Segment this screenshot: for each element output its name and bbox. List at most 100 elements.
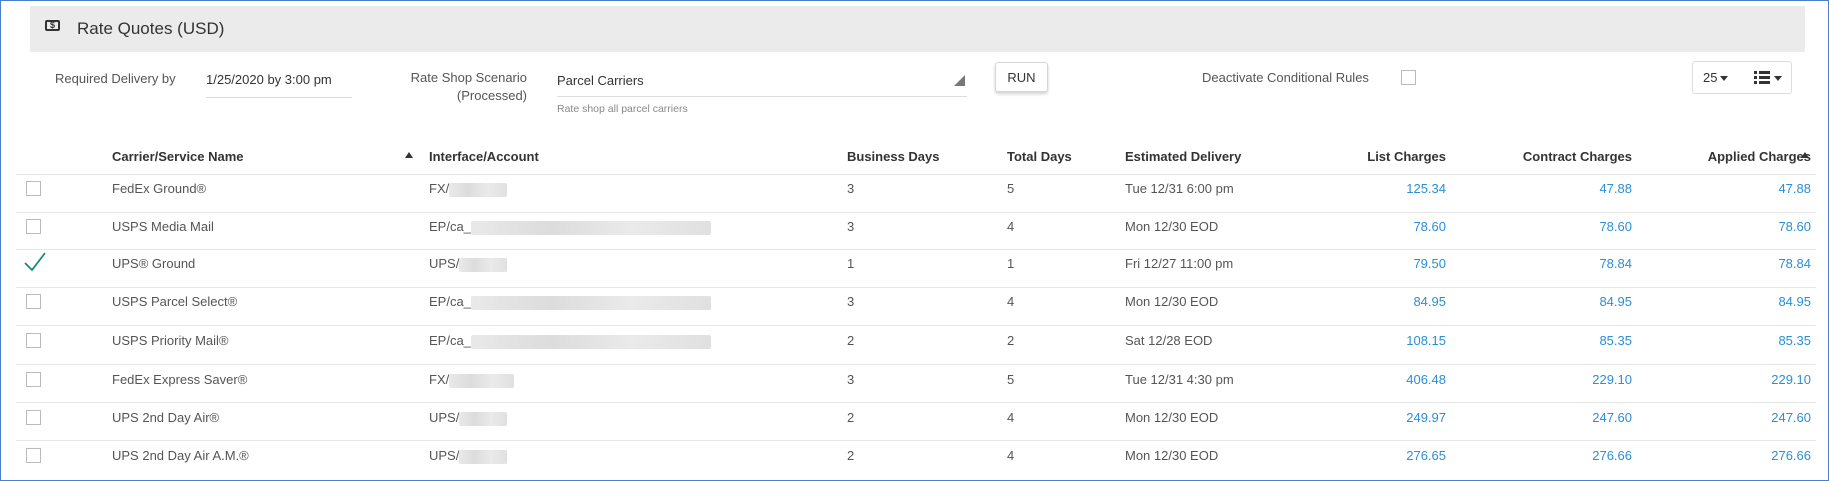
contract-charges-link[interactable]: 229.10: [1472, 372, 1632, 387]
business-days: 3: [847, 181, 855, 196]
total-days: 4: [1007, 410, 1015, 425]
redacted-account-number: [459, 257, 508, 272]
col-applied-charges-header[interactable]: Applied Charges: [1651, 149, 1811, 164]
col-contract-charges-header[interactable]: Contract Charges: [1472, 149, 1632, 164]
list-charges-link[interactable]: 249.97: [1286, 410, 1446, 425]
business-days: 2: [847, 448, 855, 463]
redacted-account-number: [459, 411, 508, 426]
total-days: 1: [1007, 256, 1015, 271]
column-list-dropdown[interactable]: [1754, 70, 1782, 89]
col-business-days-header[interactable]: Business Days: [847, 149, 940, 164]
page-size-dropdown[interactable]: 25: [1703, 70, 1729, 85]
list-charges-link[interactable]: 276.65: [1286, 448, 1446, 463]
contract-charges-link[interactable]: 85.35: [1472, 333, 1632, 348]
applied-charges-link[interactable]: 276.66: [1651, 448, 1811, 463]
scenario-label-processed: (Processed): [456, 88, 527, 103]
row-divider: [16, 364, 1816, 365]
delivery-label: Required Delivery by: [55, 71, 176, 86]
panel-header: $ Rate Quotes (USD): [30, 6, 1805, 52]
interface-account: EP/ca_: [429, 333, 711, 349]
list-icon: [1754, 71, 1782, 84]
applied-charges-link[interactable]: 85.35: [1651, 333, 1811, 348]
deactivate-rules-label: Deactivate Conditional Rules: [1202, 70, 1369, 85]
total-days: 5: [1007, 181, 1015, 196]
contract-charges-link[interactable]: 78.60: [1472, 219, 1632, 234]
contract-charges-link[interactable]: 276.66: [1472, 448, 1632, 463]
carrier-service-name: UPS 2nd Day Air®: [112, 410, 220, 425]
scenario-hint: Rate shop all parcel carriers: [557, 103, 688, 115]
redacted-account-number: [470, 295, 711, 310]
contract-charges-link[interactable]: 84.95: [1472, 294, 1632, 309]
list-charges-link[interactable]: 84.95: [1286, 294, 1446, 309]
row-divider: [16, 249, 1816, 250]
list-charges-link[interactable]: 78.60: [1286, 219, 1446, 234]
applied-charges-link[interactable]: 78.84: [1651, 256, 1811, 271]
list-charges-link[interactable]: 125.34: [1286, 181, 1446, 196]
run-button[interactable]: RUN: [995, 62, 1048, 92]
business-days: 2: [847, 410, 855, 425]
list-charges-link[interactable]: 406.48: [1286, 372, 1446, 387]
carrier-service-name: FedEx Ground®: [112, 181, 207, 196]
dropdown-triangle-icon[interactable]: [954, 75, 965, 86]
col-carrier-header[interactable]: Carrier/Service Name: [112, 149, 244, 164]
interface-prefix: EP/ca_: [429, 333, 471, 348]
applied-charges-link[interactable]: 229.10: [1651, 372, 1811, 387]
estimated-delivery: Mon 12/30 EOD: [1125, 294, 1219, 309]
redacted-account-number: [459, 449, 508, 464]
carrier-service-name: UPS 2nd Day Air A.M.®: [112, 448, 249, 463]
row-select-checkbox[interactable]: [26, 372, 41, 387]
applied-charges-link[interactable]: 78.60: [1651, 219, 1811, 234]
estimated-delivery: Mon 12/30 EOD: [1125, 410, 1219, 425]
row-select-checkbox[interactable]: [26, 448, 41, 463]
page-size-value: 25: [1703, 70, 1718, 85]
redacted-account-number: [449, 373, 515, 388]
caret-down-icon: [1720, 76, 1729, 82]
row-divider: [16, 325, 1816, 326]
row-select-checkbox[interactable]: [26, 294, 41, 309]
carrier-service-name: FedEx Express Saver®: [112, 372, 248, 387]
sort-asc-icon[interactable]: [405, 152, 413, 158]
estimated-delivery: Mon 12/30 EOD: [1125, 219, 1219, 234]
carrier-service-name: UPS® Ground: [112, 256, 196, 271]
rate-quotes-window: $ Rate Quotes (USD) Required Delivery by…: [0, 0, 1829, 481]
interface-prefix: FX/: [429, 181, 450, 196]
estimated-delivery: Tue 12/31 4:30 pm: [1125, 372, 1234, 387]
contract-charges-link[interactable]: 78.84: [1472, 256, 1632, 271]
applied-charges-link[interactable]: 84.95: [1651, 294, 1811, 309]
business-days: 1: [847, 256, 855, 271]
sort-indicator-icon[interactable]: [1801, 152, 1809, 158]
interface-account: UPS/: [429, 410, 508, 426]
list-charges-link[interactable]: 79.50: [1286, 256, 1446, 271]
business-days: 3: [847, 219, 855, 234]
estimated-delivery: Sat 12/28 EOD: [1125, 333, 1213, 348]
interface-prefix: UPS/: [429, 410, 460, 425]
row-divider: [16, 174, 1816, 175]
row-select-checkbox[interactable]: [26, 410, 41, 425]
interface-prefix: EP/ca_: [429, 294, 471, 309]
scenario-select[interactable]: Parcel Carriers: [557, 73, 644, 88]
col-list-charges-header[interactable]: List Charges: [1286, 149, 1446, 164]
row-select-checkbox[interactable]: [26, 333, 41, 348]
business-days: 2: [847, 333, 855, 348]
applied-charges-link[interactable]: 247.60: [1651, 410, 1811, 425]
selected-check-icon[interactable]: [23, 251, 47, 278]
delivery-underline: [206, 97, 352, 98]
list-charges-link[interactable]: 108.15: [1286, 333, 1446, 348]
contract-charges-link[interactable]: 47.88: [1472, 181, 1632, 196]
row-select-checkbox[interactable]: [26, 219, 41, 234]
contract-charges-link[interactable]: 247.60: [1472, 410, 1632, 425]
interface-prefix: EP/ca_: [429, 219, 471, 234]
col-interface-header[interactable]: Interface/Account: [429, 149, 539, 164]
col-total-days-header[interactable]: Total Days: [1007, 149, 1072, 164]
applied-charges-link[interactable]: 47.88: [1651, 181, 1811, 196]
redacted-account-number: [449, 182, 508, 197]
row-select-checkbox[interactable]: [26, 181, 41, 196]
redacted-account-number: [470, 220, 711, 235]
estimated-delivery: Mon 12/30 EOD: [1125, 448, 1219, 463]
interface-prefix: UPS/: [429, 448, 460, 463]
deactivate-rules-checkbox[interactable]: [1401, 70, 1416, 85]
total-days: 2: [1007, 333, 1015, 348]
panel-title: Rate Quotes (USD): [77, 19, 225, 38]
delivery-input[interactable]: 1/25/2020 by 3:00 pm: [206, 72, 332, 87]
col-estimated-delivery-header[interactable]: Estimated Delivery: [1125, 149, 1241, 164]
